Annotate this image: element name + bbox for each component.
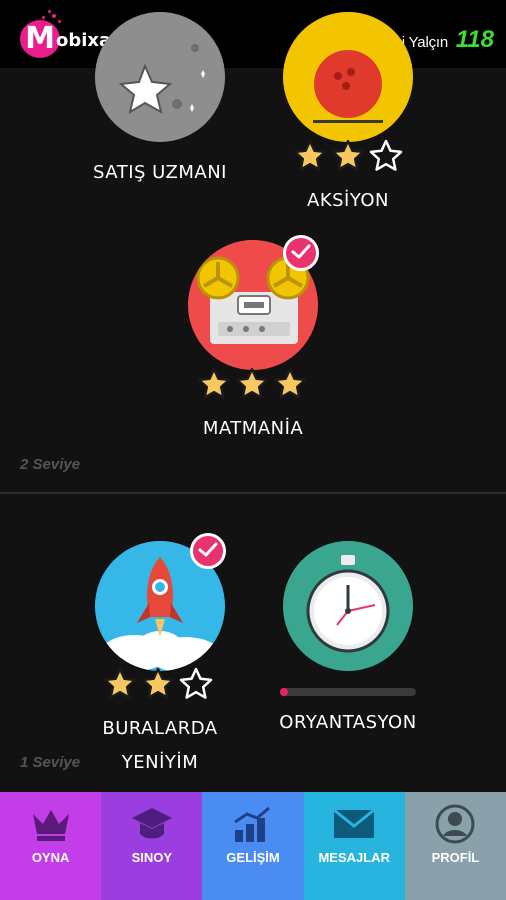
- growth-chart-icon: [234, 806, 270, 842]
- completed-check-icon: [190, 533, 226, 569]
- stars-buralarda-yeniyim: [103, 667, 213, 701]
- profile-icon: [435, 804, 475, 844]
- tab-mesajlar[interactable]: MESAJLAR: [303, 792, 405, 900]
- envelope-icon: [333, 808, 376, 838]
- star-filled-icon: [273, 367, 307, 399]
- badge-oryantasyon[interactable]: [283, 541, 413, 671]
- badge-satis-uzmani[interactable]: [95, 12, 225, 142]
- badge-label-satis-uzmani: SATIŞ UZMANI: [93, 162, 227, 183]
- star-filled-icon: [235, 367, 269, 399]
- completed-check-icon: [283, 235, 319, 271]
- star-filled-icon: [103, 667, 137, 699]
- progress-fill: [280, 688, 289, 696]
- tab-label: MESAJLAR: [318, 850, 390, 865]
- badge-label-buralarda-line2: YENİYİM: [121, 752, 199, 773]
- tab-oyna[interactable]: OYNA: [0, 792, 102, 900]
- stopwatch-icon: [283, 541, 413, 671]
- badge-label-buralarda-line1: BURALARDA: [102, 718, 218, 739]
- top-bar: M obixa Hüseyin Avni Yalçın 118: [0, 0, 506, 68]
- tab-gelisim[interactable]: GELİŞİM: [202, 792, 304, 900]
- level-label: 1 Seviye: [20, 754, 81, 771]
- graduation-cap-icon: [131, 808, 172, 839]
- crown-icon: [32, 810, 69, 841]
- tab-label: OYNA: [31, 850, 70, 865]
- tab-label: PROFİL: [431, 850, 480, 865]
- star-filled-icon: [141, 667, 175, 699]
- badge-label-matmania: MATMANİA: [202, 418, 304, 439]
- bottom-tab-bar: OYNA SINOY GELİŞİM MESAJLAR PROFİL: [0, 792, 506, 900]
- bowling-ball-icon: [283, 12, 413, 142]
- badge-label-oryantasyon: ORYANTASYON: [279, 712, 417, 733]
- star-filled-icon: [293, 139, 327, 171]
- tab-label: GELİŞİM: [226, 850, 280, 865]
- star-empty-icon: [369, 139, 403, 171]
- badge-label-aksiyon: AKSİYON: [307, 190, 389, 211]
- stars-matmania: [197, 367, 307, 401]
- tab-profil[interactable]: PROFİL: [404, 792, 506, 900]
- badge-aksiyon[interactable]: [283, 12, 413, 142]
- level-divider: [0, 492, 506, 494]
- level-label: 2 Seviye: [20, 456, 81, 473]
- star-filled-icon: [197, 367, 231, 399]
- logo-letter: M: [20, 20, 60, 58]
- tab-label: SINOY: [131, 850, 173, 865]
- stars-aksiyon: [293, 139, 403, 173]
- oryantasyon-progress-bar: [280, 688, 416, 696]
- user-score: 118: [455, 26, 494, 53]
- meteor-icon: [95, 12, 225, 142]
- star-empty-icon: [179, 667, 213, 699]
- tab-sinoy[interactable]: SINOY: [101, 792, 203, 900]
- star-filled-icon: [331, 139, 365, 171]
